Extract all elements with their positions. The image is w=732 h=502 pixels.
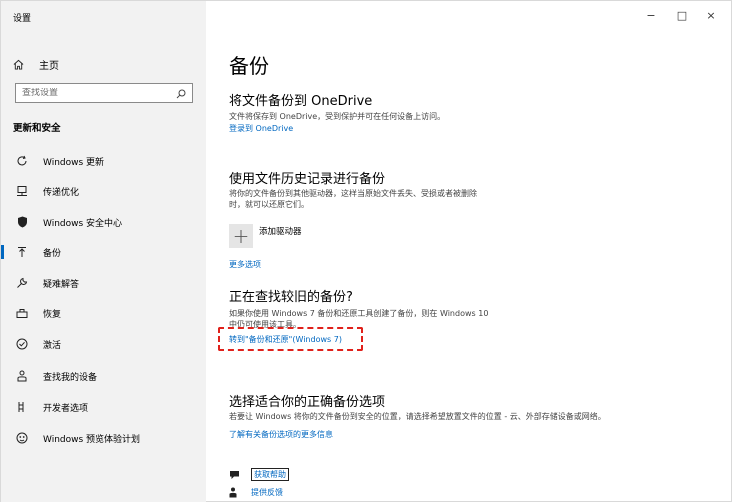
search-input[interactable] — [22, 88, 176, 98]
recovery-icon — [15, 306, 29, 320]
more-options-link[interactable]: 更多选项 — [229, 259, 261, 270]
sidebar-item-windows-security[interactable]: Windows 安全中心 — [1, 209, 206, 235]
sidebar-item-label: 疑难解答 — [43, 279, 80, 290]
onedrive-heading: 将文件备份到 OneDrive — [229, 94, 373, 109]
sidebar: 设置 主页 更新和安全 Windows 更新 传递优化 — [1, 1, 206, 502]
feedback-person-icon — [229, 487, 243, 498]
sidebar-item-label: Windows 预览体验计划 — [43, 434, 141, 445]
sidebar-item-label: 查找我的设备 — [43, 372, 98, 383]
sidebar-item-developer-options[interactable]: 开发者选项 — [1, 394, 206, 420]
search-box[interactable] — [15, 83, 193, 103]
file-history-description-line1: 将你的文件备份到其他驱动器，这样当原始文件丢失、受损或者被删除 — [229, 189, 477, 198]
search-icon[interactable] — [176, 84, 186, 103]
sidebar-section-title: 更新和安全 — [13, 123, 61, 134]
shield-icon — [15, 215, 29, 229]
sidebar-item-label: 开发者选项 — [43, 403, 89, 414]
add-drive-button[interactable]: + 添加驱动器 — [229, 224, 302, 248]
sidebar-item-activation[interactable]: 激活 — [1, 331, 206, 357]
sidebar-item-label: 激活 — [43, 340, 62, 351]
sidebar-item-label: 恢复 — [43, 309, 62, 320]
person-location-icon — [15, 369, 29, 383]
get-help-link[interactable]: 获取帮助 — [251, 468, 289, 481]
sidebar-item-backup[interactable]: 备份 — [1, 239, 206, 265]
sidebar-home-label: 主页 — [39, 60, 59, 72]
check-circle-icon — [15, 337, 29, 351]
sidebar-item-insider-program[interactable]: Windows 预览体验计划 — [1, 425, 206, 451]
sidebar-item-windows-update[interactable]: Windows 更新 — [1, 148, 206, 174]
older-backup-heading: 正在查找较旧的备份? — [229, 290, 353, 305]
get-help-row[interactable]: 获取帮助 — [229, 468, 289, 481]
sidebar-item-label: 传递优化 — [43, 187, 80, 198]
right-backup-option-heading: 选择适合你的正确备份选项 — [229, 395, 386, 410]
add-drive-label: 添加驱动器 — [259, 227, 302, 237]
window-title: 设置 — [13, 14, 32, 24]
sidebar-item-label: Windows 安全中心 — [43, 218, 123, 229]
older-backup-description-line1: 如果你使用 Windows 7 备份和还原工具创建了备份，则在 Windows … — [229, 309, 489, 318]
settings-window: 设置 主页 更新和安全 Windows 更新 传递优化 — [0, 0, 732, 502]
feedback-link[interactable]: 提供反馈 — [251, 487, 283, 498]
file-history-description-line2: 时，就可以还原它们。 — [229, 200, 309, 209]
developer-icon — [15, 400, 29, 414]
active-indicator — [1, 245, 4, 259]
learn-more-backup-link[interactable]: 了解有关备份选项的更多信息 — [229, 429, 333, 440]
sign-in-onedrive-link[interactable]: 登录到 OneDrive — [229, 123, 293, 134]
sidebar-item-delivery-optimization[interactable]: 传递优化 — [1, 178, 206, 204]
sidebar-item-find-my-device[interactable]: 查找我的设备 — [1, 363, 206, 389]
home-icon — [13, 59, 27, 70]
right-backup-option-description: 若要让 Windows 将你的文件备份到安全的位置，请选择希望放置文件的位置 -… — [229, 412, 606, 421]
sidebar-home[interactable]: 主页 — [13, 57, 59, 72]
sidebar-item-troubleshoot[interactable]: 疑难解答 — [1, 270, 206, 296]
file-history-heading: 使用文件历史记录进行备份 — [229, 172, 386, 187]
sidebar-item-label: 备份 — [43, 248, 62, 259]
sidebar-item-label: Windows 更新 — [43, 157, 105, 168]
delivery-icon — [15, 184, 29, 198]
insider-icon — [15, 431, 29, 445]
backup-icon — [15, 245, 29, 259]
wrench-icon — [15, 276, 29, 290]
feedback-row[interactable]: 提供反馈 — [229, 487, 283, 498]
main-content: 备份 将文件备份到 OneDrive 文件将保存到 OneDrive，受到保护并… — [218, 1, 729, 502]
refresh-icon — [15, 154, 29, 168]
plus-icon: + — [229, 224, 253, 248]
chat-bubble-icon — [229, 470, 243, 480]
backup-restore-windows7-link[interactable]: 转到"备份和还原"(Windows 7) — [229, 334, 342, 345]
sidebar-item-recovery[interactable]: 恢复 — [1, 300, 206, 326]
page-title: 备份 — [229, 54, 269, 78]
onedrive-description: 文件将保存到 OneDrive，受到保护并可在任何设备上访问。 — [229, 112, 446, 121]
